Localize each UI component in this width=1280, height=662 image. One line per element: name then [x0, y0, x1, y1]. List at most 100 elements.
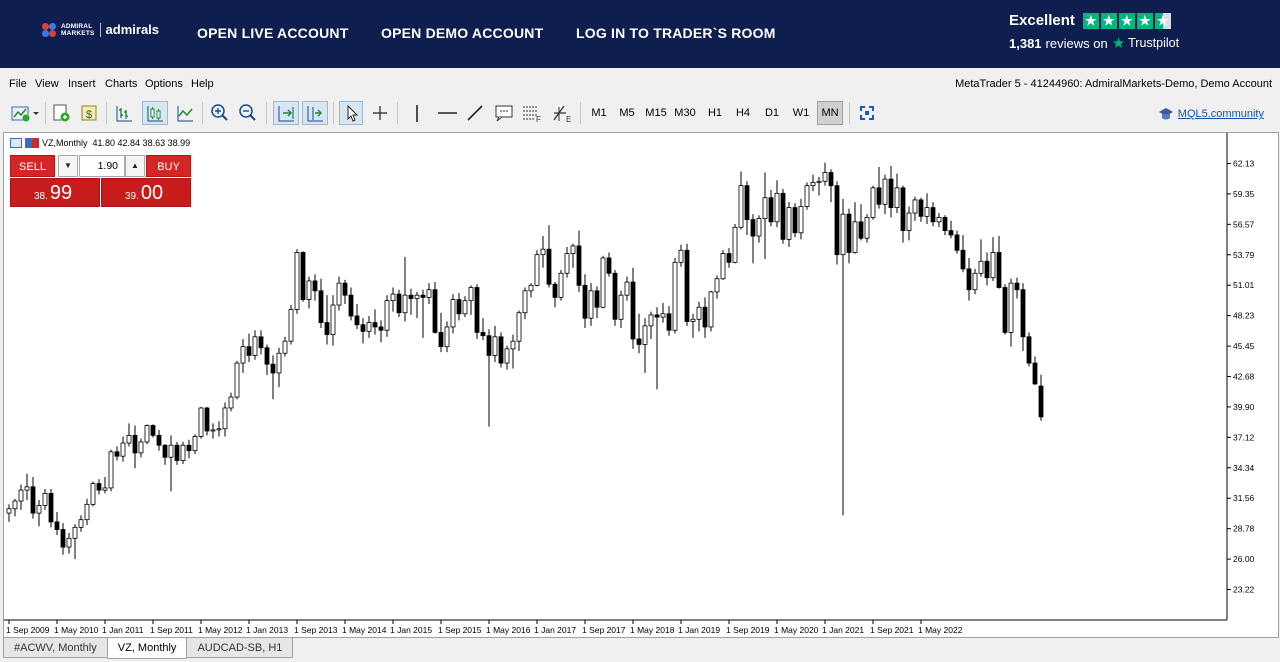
- star-icon: ★: [1136, 12, 1153, 29]
- line-chart-icon[interactable]: [172, 101, 198, 125]
- mql5-community-link[interactable]: MQL5.community: [1158, 107, 1264, 121]
- chart-window[interactable]: 62.13 59.35 56.57 53.79 51.01 48.23 45.45 42.68…: [3, 132, 1279, 638]
- bull-candle: [804, 185, 810, 207]
- horizontal-line-icon[interactable]: [434, 101, 460, 125]
- new-chart-icon[interactable]: [7, 101, 41, 125]
- bull-candle: [18, 489, 24, 502]
- bear-candle: [846, 213, 852, 253]
- account-info: MetaTrader 5 - 41244960: AdmiralMarkets-…: [955, 78, 1272, 90]
- bear-candle: [918, 199, 924, 217]
- bear-candle: [324, 322, 330, 336]
- menu-bar: File View Insert Charts Options Help Met…: [0, 72, 1280, 94]
- crosshair-icon[interactable]: [368, 101, 392, 125]
- logo-text: admirals: [105, 22, 160, 37]
- depth-of-market-icon[interactable]: [25, 138, 39, 148]
- timeframe-h1[interactable]: H1: [704, 101, 726, 125]
- menu-insert[interactable]: Insert: [68, 78, 96, 90]
- bull-candle: [240, 346, 246, 364]
- bull-candle: [180, 444, 186, 461]
- admirals-logo[interactable]: ADMIRAL MARKETS admirals: [42, 22, 159, 37]
- tab-audcad-h1[interactable]: AUDCAD-SB, H1: [186, 638, 294, 658]
- objects-icon[interactable]: E: [549, 101, 575, 125]
- sell-price[interactable]: 38. 99: [10, 178, 100, 207]
- price-tick-label: 45.45: [1233, 341, 1255, 351]
- bull-candle: [894, 187, 900, 208]
- chart-shift-icon[interactable]: [302, 101, 328, 125]
- vertical-line-icon[interactable]: [405, 101, 429, 125]
- timeframe-d1[interactable]: D1: [761, 101, 783, 125]
- timeframe-m15[interactable]: M15: [643, 101, 669, 125]
- menu-help[interactable]: Help: [191, 78, 214, 90]
- timeframe-m30[interactable]: M30: [672, 101, 698, 125]
- price-tick-label: 59.35: [1233, 189, 1255, 199]
- chart-tabs: #ACWV, Monthly VZ, Monthly AUDCAD-SB, H1: [3, 638, 294, 660]
- trustpilot-widget[interactable]: Excellent ★ ★ ★ ★ ★ 1,381 reviews on ★ Tr…: [1009, 12, 1179, 52]
- menu-options[interactable]: Options: [145, 78, 183, 90]
- market-watch-icon[interactable]: $: [78, 101, 102, 125]
- price-tick-label: 53.79: [1233, 250, 1255, 260]
- autoscroll-icon[interactable]: [273, 101, 299, 125]
- bull-candle: [330, 304, 336, 336]
- lot-increase-button[interactable]: ▲: [125, 155, 145, 177]
- bull-candle: [816, 180, 822, 183]
- trendline-icon[interactable]: [463, 101, 487, 125]
- new-order-icon[interactable]: [50, 101, 72, 125]
- lot-size-input[interactable]: 1.90: [79, 155, 125, 177]
- timeframe-m5[interactable]: M5: [616, 101, 638, 125]
- bull-candle: [90, 483, 96, 505]
- menu-charts[interactable]: Charts: [105, 78, 137, 90]
- fibonacci-icon[interactable]: F: [520, 101, 544, 125]
- bull-candle: [510, 340, 516, 350]
- buy-price[interactable]: 39. 00: [101, 178, 191, 207]
- bull-candle: [864, 217, 870, 239]
- bear-candle: [768, 197, 774, 223]
- text-icon[interactable]: [492, 101, 516, 125]
- menu-file[interactable]: File: [9, 78, 27, 90]
- sell-button[interactable]: SELL: [10, 155, 55, 177]
- bear-candle: [54, 521, 60, 530]
- bull-candle: [282, 340, 288, 354]
- price-chart[interactable]: 62.13 59.35 56.57 53.79 51.01 48.23 45.45 42.68…: [4, 133, 1278, 637]
- bull-candle: [708, 291, 714, 328]
- bull-candle: [276, 352, 282, 374]
- timeframe-mn[interactable]: MN: [817, 101, 843, 125]
- bull-candle: [840, 213, 846, 256]
- lot-decrease-button[interactable]: ▼: [58, 155, 78, 177]
- bull-candle: [696, 306, 702, 320]
- bear-candle: [954, 234, 960, 251]
- time-tick-label: 1 Sep 2019: [726, 625, 770, 635]
- fullscreen-icon[interactable]: [855, 101, 879, 125]
- trustpilot-stars: ★ ★ ★ ★ ★: [1082, 12, 1171, 29]
- zoom-in-icon[interactable]: [208, 101, 232, 125]
- open-demo-account-link[interactable]: OPEN DEMO ACCOUNT: [381, 25, 543, 41]
- timeframe-m1[interactable]: M1: [588, 101, 610, 125]
- bear-candle: [132, 434, 138, 454]
- bull-candle: [870, 187, 876, 218]
- bear-candle: [582, 284, 588, 319]
- menu-view[interactable]: View: [35, 78, 59, 90]
- bull-candle: [222, 407, 228, 430]
- tab-acwv-monthly[interactable]: #ACWV, Monthly: [3, 638, 108, 658]
- zoom-out-icon[interactable]: [236, 101, 260, 125]
- time-tick-label: 1 May 2018: [630, 625, 675, 635]
- bear-candle: [942, 217, 948, 231]
- tab-vz-monthly[interactable]: VZ, Monthly: [106, 638, 188, 659]
- bear-candle: [594, 290, 600, 308]
- star-icon: ★: [1100, 12, 1117, 29]
- cursor-icon[interactable]: [339, 101, 363, 125]
- bull-candle: [78, 519, 84, 528]
- bar-chart-icon[interactable]: [112, 101, 136, 125]
- bear-candle: [900, 187, 906, 231]
- timeframe-h4[interactable]: H4: [732, 101, 754, 125]
- star-icon: ★: [1082, 12, 1099, 29]
- open-live-account-link[interactable]: OPEN LIVE ACCOUNT: [197, 25, 348, 41]
- timeframe-w1[interactable]: W1: [790, 101, 812, 125]
- candlestick-icon[interactable]: [142, 101, 168, 125]
- bear-candle: [420, 294, 426, 298]
- one-click-trading-icon[interactable]: [10, 138, 22, 148]
- trader-room-login-link[interactable]: LOG IN TO TRADER`S ROOM: [576, 25, 776, 41]
- time-tick-label: 1 May 2010: [54, 625, 99, 635]
- buy-button[interactable]: BUY: [146, 155, 191, 177]
- bear-candle: [666, 313, 672, 331]
- bull-candle: [678, 249, 684, 263]
